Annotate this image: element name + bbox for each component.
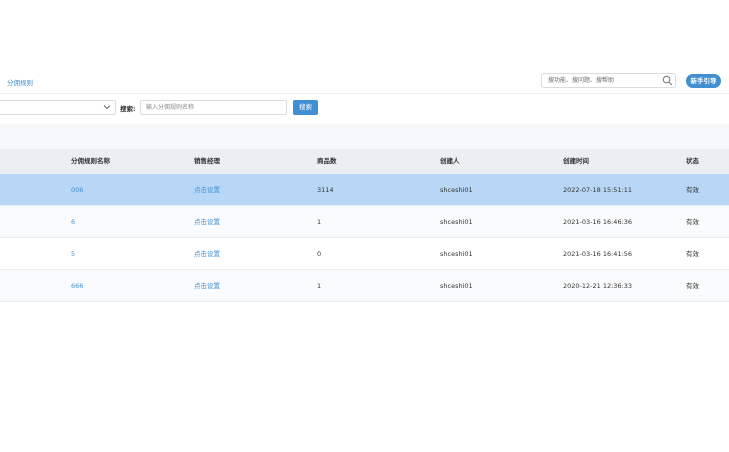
- creator: shceshi01: [440, 218, 473, 226]
- creator: shceshi01: [440, 282, 473, 290]
- table-header: 分佣规则名称 销售经理 商品数 创建人 创建时间 状态: [0, 149, 729, 174]
- search-icon[interactable]: [662, 75, 673, 86]
- table-row[interactable]: 6 点击设置 1 shceshi01 2021-03-16 16:46:36 有…: [0, 206, 729, 238]
- status: 有效: [686, 218, 699, 226]
- created-time: 2021-03-16 16:41:56: [563, 250, 633, 258]
- column-header-name: 分佣规则名称: [71, 157, 110, 165]
- table-row[interactable]: 5 点击设置 0 shceshi01 2021-03-16 16:41:56 有…: [0, 238, 729, 270]
- rule-name-link[interactable]: 5: [71, 238, 75, 270]
- category-select[interactable]: [0, 100, 116, 115]
- rule-name-link[interactable]: 006: [71, 174, 83, 206]
- guide-button[interactable]: 新手引导: [686, 74, 721, 88]
- chevron-down-icon: [103, 105, 111, 110]
- help-search-box[interactable]: [541, 73, 676, 88]
- product-count: 1: [317, 218, 322, 226]
- toolbar-spacer: [0, 124, 729, 149]
- rule-name-search-input[interactable]: [140, 100, 287, 115]
- creator: shceshi01: [440, 250, 473, 258]
- column-header-status: 状态: [686, 157, 699, 165]
- table-row[interactable]: 666 点击设置 1 shceshi01 2020-12-21 12:36:33…: [0, 270, 729, 302]
- column-header-manager: 销售经理: [194, 157, 220, 165]
- created-time: 2020-12-21 12:36:33: [563, 282, 633, 290]
- breadcrumb[interactable]: 分佣规则: [7, 77, 33, 87]
- product-count: 3114: [317, 186, 334, 194]
- rule-name-link[interactable]: 666: [71, 270, 83, 302]
- rule-name-link[interactable]: 6: [71, 206, 75, 238]
- search-label: 搜索:: [120, 105, 136, 113]
- product-count: 0: [317, 250, 322, 258]
- set-manager-link[interactable]: 点击设置: [194, 270, 220, 302]
- table-row[interactable]: 006 点击设置 3114 shceshi01 2022-07-18 15:51…: [0, 174, 729, 206]
- column-header-created: 创建时间: [563, 157, 589, 165]
- rules-table: 分佣规则名称 销售经理 商品数 创建人 创建时间 状态 006 点击设置 311…: [0, 149, 729, 302]
- set-manager-link[interactable]: 点击设置: [194, 238, 220, 270]
- set-manager-link[interactable]: 点击设置: [194, 206, 220, 238]
- top-bar: 分佣规则 新手引导: [0, 0, 729, 94]
- header-divider: [0, 93, 729, 94]
- status: 有效: [686, 282, 699, 290]
- created-time: 2021-03-16 16:46:36: [563, 218, 633, 226]
- column-header-creator: 创建人: [440, 157, 460, 165]
- product-count: 1: [317, 282, 322, 290]
- status: 有效: [686, 250, 699, 258]
- set-manager-link[interactable]: 点击设置: [194, 174, 220, 206]
- creator: shceshi01: [440, 186, 473, 194]
- search-button[interactable]: 搜索: [293, 100, 318, 115]
- created-time: 2022-07-18 15:51:11: [563, 186, 633, 194]
- status: 有效: [686, 186, 699, 194]
- column-header-count: 商品数: [317, 157, 337, 165]
- help-search-input[interactable]: [542, 74, 666, 87]
